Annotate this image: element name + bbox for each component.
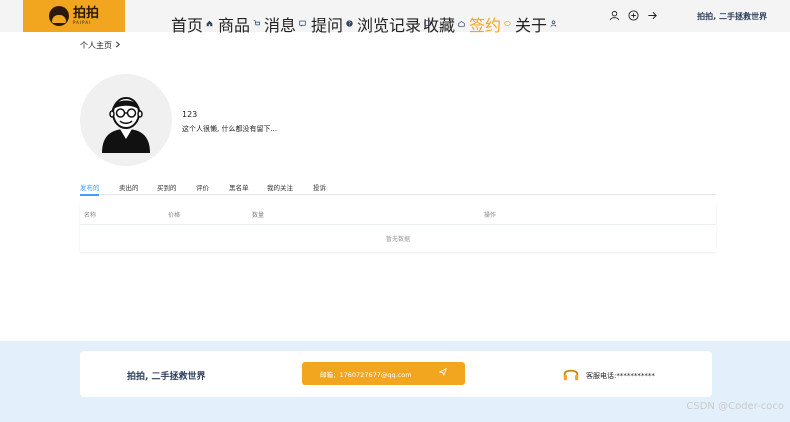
column-header-name: 名称	[84, 212, 97, 219]
avatar-person-icon	[102, 97, 150, 153]
column-header-quantity: 数量	[252, 212, 265, 219]
logo-mark-icon	[48, 6, 69, 26]
tab-sold[interactable]: 卖出的	[119, 182, 139, 192]
customer-service: 客服电话:***********	[562, 365, 655, 387]
tab-complaints[interactable]: 投诉	[313, 182, 326, 192]
support-phone: 客服电话:***********	[586, 372, 655, 380]
breadcrumb-label: 个人主页	[80, 41, 112, 50]
account-icon[interactable]	[608, 9, 620, 21]
logo[interactable]: 拍拍 PAIPAI	[23, 0, 125, 32]
header-slogan: 拍拍, 二手拯救世界	[697, 12, 767, 21]
tab-bought[interactable]: 买到的	[157, 182, 177, 192]
email-text: 邮箱：1760727677@qq.com	[320, 370, 412, 379]
tab-following[interactable]: 我的关注	[267, 182, 293, 192]
user-icon	[550, 19, 557, 29]
avatar[interactable]	[80, 74, 172, 166]
home-icon	[206, 20, 213, 29]
nav-item-favorites[interactable]: 收藏	[423, 12, 465, 36]
breadcrumb[interactable]: 个人主页	[80, 40, 121, 51]
table-divider	[80, 224, 716, 225]
email-button[interactable]: 邮箱：1760727677@qq.com	[302, 362, 465, 385]
nav-item-ask[interactable]: 提问 ?	[311, 12, 353, 36]
link-icon	[504, 20, 511, 29]
nav-item-sign[interactable]: 签约	[469, 12, 511, 36]
nav-item-home[interactable]: 首页	[171, 12, 213, 36]
items-table: 名称 价格 数量 操作 暂无数据	[80, 202, 716, 252]
logo-text: 拍拍	[72, 6, 99, 21]
watermark: CSDN @Coder-coco	[686, 401, 784, 412]
cart-icon	[253, 19, 261, 29]
username: 123	[182, 110, 198, 119]
logo-subtext: PAIPAI	[72, 20, 92, 25]
footer-slogan: 拍拍, 二手拯救世界	[127, 372, 206, 382]
column-header-price: 价格	[168, 212, 181, 219]
profile-tabs: 发布的 卖出的 买到的 评价 黑名单 我的关注 投诉	[80, 178, 716, 195]
tab-reviews[interactable]: 评价	[196, 182, 209, 192]
chevron-right-icon	[115, 41, 121, 50]
empty-state-text: 暂无数据	[385, 236, 410, 243]
nav-item-about[interactable]: 关于	[515, 12, 557, 36]
user-bio: 这个人很懒, 什么都没有留下...	[182, 125, 278, 133]
nav-item-messages[interactable]: 消息	[264, 12, 306, 36]
message-icon	[299, 20, 306, 29]
nav-item-goods[interactable]: 商品	[218, 12, 261, 36]
column-header-actions: 操作	[484, 212, 497, 219]
favorite-icon	[458, 20, 465, 29]
top-header: 拍拍 PAIPAI 首页 商品 消息 提问 ? 浏览记录 收藏 签约 关于 拍拍…	[0, 0, 790, 35]
question-icon: ?	[346, 19, 353, 29]
svg-text:?: ?	[348, 21, 351, 27]
headset-icon	[562, 365, 580, 387]
send-icon	[438, 367, 447, 378]
arrow-right-icon[interactable]	[646, 9, 658, 21]
nav-item-history[interactable]: 浏览记录	[357, 12, 431, 36]
add-circle-icon[interactable]	[627, 9, 639, 21]
active-tab-indicator	[80, 194, 99, 196]
tab-published[interactable]: 发布的	[80, 182, 100, 192]
tab-blacklist[interactable]: 黑名单	[229, 182, 249, 192]
